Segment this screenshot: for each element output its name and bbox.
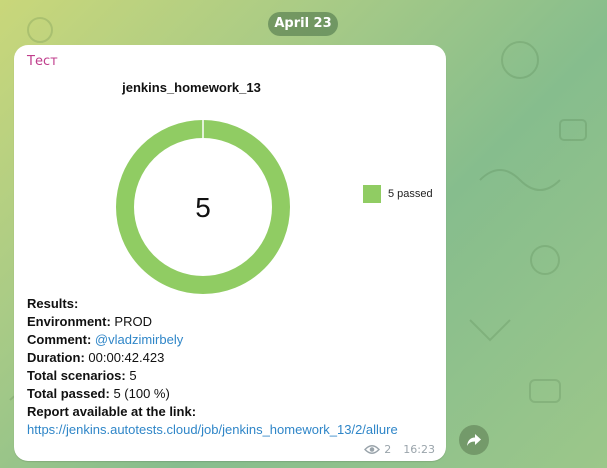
environment-line: Environment: PROD xyxy=(27,314,152,329)
date-separator: April 23 xyxy=(268,12,338,36)
legend-label-passed: 5 passed xyxy=(388,188,433,200)
legend-swatch-passed xyxy=(363,185,381,203)
donut-center-label: 5 xyxy=(195,192,211,223)
sender-name[interactable]: Тест xyxy=(27,54,58,69)
results-text: Results: Environment: PROD Comment: @vla… xyxy=(27,295,398,439)
results-heading: Results: xyxy=(27,296,79,311)
duration-line: Duration: 00:00:42.423 xyxy=(27,350,165,365)
report-url-line: https://jenkins.autotests.cloud/job/jenk… xyxy=(27,421,398,439)
chart-legend: 5 passed xyxy=(363,185,433,203)
report-link[interactable]: https://jenkins.autotests.cloud/job/jenk… xyxy=(27,422,398,437)
mention-link[interactable]: @vladzimirbely xyxy=(91,332,183,347)
passed-line: Total passed: 5 (100 %) xyxy=(27,386,170,401)
scenarios-line: Total scenarios: 5 xyxy=(27,368,137,383)
message-meta: 2 16:23 xyxy=(364,443,435,456)
eye-icon xyxy=(364,445,381,454)
chart-title: jenkins_homework_13 xyxy=(122,80,261,95)
view-count: 2 xyxy=(384,443,392,456)
report-label-line: Report available at the link: xyxy=(27,404,197,419)
forward-button[interactable] xyxy=(459,425,489,455)
comment-line: Comment: @vladzimirbely xyxy=(27,332,184,347)
message-time: 16:23 xyxy=(403,443,435,456)
message-bubble[interactable]: Тест jenkins_homework_13 5 5 passed Resu… xyxy=(14,45,446,461)
share-arrow-icon xyxy=(467,434,481,446)
donut-chart: 5 xyxy=(116,120,290,294)
